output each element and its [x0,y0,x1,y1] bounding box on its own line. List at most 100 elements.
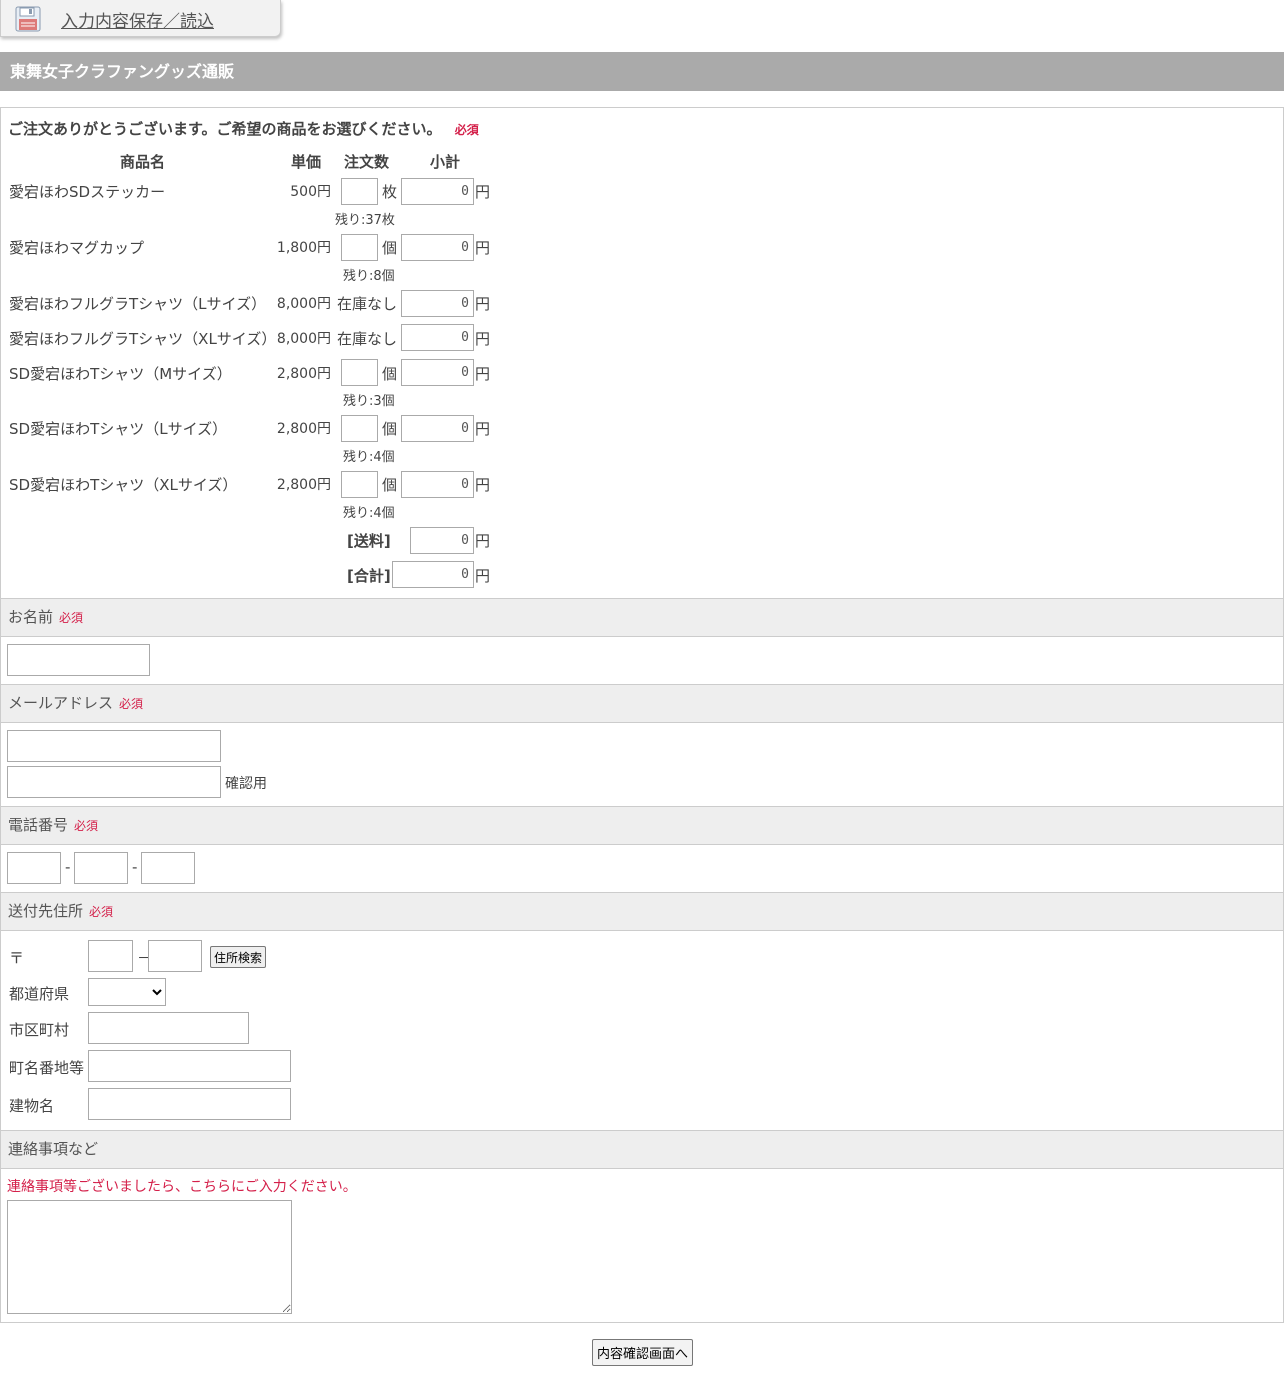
yen-label: 円 [475,532,491,550]
quantity-input[interactable] [341,234,378,261]
unit-price: 8,000円 [276,296,331,312]
building-label: 建物名 [9,1097,55,1115]
product-name: 愛宕ほわSDステッカー [9,183,166,201]
yen-label: 円 [475,567,491,585]
save-load-tab[interactable]: 入力内容保存／読込 [0,0,281,37]
name-section-header: お名前 必須 [1,598,1283,637]
floppy-disk-icon [15,6,41,36]
name-section-label: お名前 [8,608,54,626]
subtotal-field [401,234,474,261]
product-name: SD愛宕ほわTシャツ（XLサイズ） [9,476,238,494]
required-badge: 必須 [454,123,479,137]
yen-label: 円 [475,295,491,313]
notes-section-header: 連絡事項など [1,1130,1283,1169]
total-field [392,561,474,588]
quantity-unit: 個 [382,476,398,494]
city-input[interactable] [88,1012,249,1044]
required-badge: 必須 [89,905,114,919]
quantity-input[interactable] [341,415,378,442]
street-input[interactable] [88,1050,291,1082]
email-section-label: メールアドレス [8,694,114,712]
unit-price: 2,800円 [276,366,331,382]
quantity-unit: 個 [382,239,398,257]
unit-price: 500円 [290,184,331,200]
phone-section-header: 電話番号 必須 [1,806,1283,845]
building-input[interactable] [88,1088,291,1120]
yen-label: 円 [475,330,491,348]
yen-label: 円 [475,239,491,257]
phone-separator: - [65,858,71,876]
postal-mark: 〒 [9,949,25,967]
remaining-stock: 残り:3個 [343,394,395,409]
notes-section-label: 連絡事項など [8,1140,99,1158]
subtotal-field [401,290,474,317]
required-badge: 必須 [74,819,99,833]
product-name: SD愛宕ほわTシャツ（Mサイズ） [9,365,232,383]
unit-price: 8,000円 [276,331,331,347]
subtotal-field [401,415,474,442]
city-label: 市区町村 [9,1021,70,1039]
yen-label: 円 [475,476,491,494]
email-confirm-input[interactable] [7,766,221,798]
remaining-stock: 残り:4個 [343,506,395,521]
phone-separator: - [132,858,138,876]
yen-label: 円 [475,183,491,201]
order-intro: ご注文ありがとうございます。ご希望の商品をお選びください。 必須 [8,118,479,139]
subtotal-field [401,178,474,205]
unit-price: 2,800円 [276,477,331,493]
yen-label: 円 [475,365,491,383]
remaining-stock: 残り:8個 [343,269,395,284]
phone-section-label: 電話番号 [8,816,69,834]
out-of-stock-label: 在庫なし [337,295,398,313]
quantity-unit: 個 [382,420,398,438]
col-header-subtotal: 小計 [430,153,461,171]
product-name: 愛宕ほわフルグラTシャツ（XLサイズ） [9,330,277,348]
notes-hint: 連絡事項等ございましたら、こちらにご入力ください。 [7,1179,357,1195]
col-header-price: 単価 [291,153,322,171]
confirm-button[interactable]: 内容確認画面へ [592,1339,694,1366]
required-badge: 必須 [59,611,84,625]
postal-code-part1-input[interactable] [88,940,133,972]
product-name: 愛宕ほわフルグラTシャツ（Lサイズ） [9,295,267,313]
remaining-stock: 残り:4個 [343,450,395,465]
col-header-name: 商品名 [120,153,166,171]
col-header-qty: 注文数 [344,153,390,171]
address-search-button[interactable]: 住所検索 [210,946,267,968]
street-label: 町名番地等 [9,1059,85,1077]
phone-part2-input[interactable] [74,852,128,884]
quantity-unit: 枚 [382,183,398,201]
product-name: 愛宕ほわマグカップ [9,239,145,257]
order-intro-text: ご注文ありがとうございます。ご希望の商品をお選びください。 [8,120,442,138]
unit-price: 1,800円 [276,240,331,256]
postal-code-part2-input[interactable] [148,940,202,972]
phone-part3-input[interactable] [141,852,195,884]
address-section-label: 送付先住所 [8,902,84,920]
prefecture-select[interactable] [88,978,166,1006]
notes-textarea[interactable] [7,1200,292,1314]
shipping-label: [送料] [347,532,391,550]
quantity-input[interactable] [341,471,378,498]
shipping-field [410,527,474,554]
quantity-input[interactable] [341,359,378,386]
order-form: ご注文ありがとうございます。ご希望の商品をお選びください。 必須 商品名 単価 … [0,107,1284,1323]
required-badge: 必須 [119,697,144,711]
quantity-unit: 個 [382,365,398,383]
remaining-stock: 残り:37枚 [335,213,395,228]
subtotal-field [401,324,474,351]
unit-price: 2,800円 [276,421,331,437]
product-name: SD愛宕ほわTシャツ（Lサイズ） [9,420,228,438]
address-section-header: 送付先住所 必須 [1,892,1283,931]
page-title: 東舞女子クラファングッズ通販 [0,52,1284,91]
subtotal-field [401,359,474,386]
quantity-input[interactable] [341,178,378,205]
prefecture-label: 都道府県 [9,985,70,1003]
save-load-link[interactable]: 入力内容保存／読込 [61,7,214,32]
email-input[interactable] [7,730,221,762]
out-of-stock-label: 在庫なし [337,330,398,348]
name-input[interactable] [7,644,150,676]
phone-part1-input[interactable] [7,852,61,884]
total-label: [合計] [347,567,391,585]
email-confirm-label: 確認用 [225,776,267,792]
email-section-header: メールアドレス 必須 [1,684,1283,723]
subtotal-field [401,471,474,498]
